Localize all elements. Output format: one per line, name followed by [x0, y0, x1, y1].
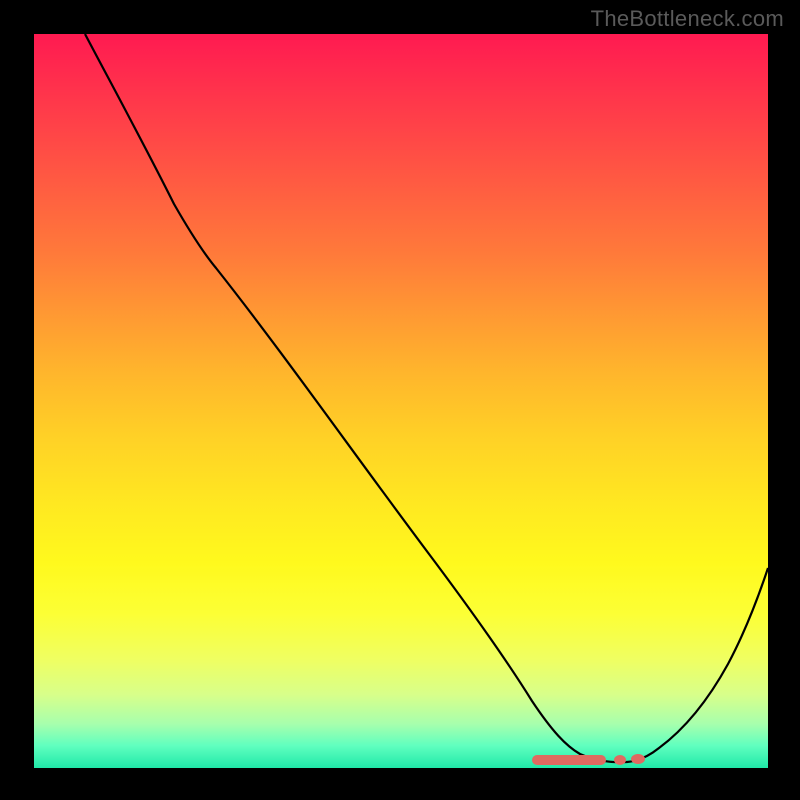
watermark-text: TheBottleneck.com	[591, 6, 784, 32]
data-points	[532, 754, 645, 765]
chart-container: TheBottleneck.com	[0, 0, 800, 800]
plot-frame	[33, 33, 769, 769]
data-point-outlier	[631, 754, 645, 764]
curve-svg	[34, 34, 768, 768]
main-curve	[85, 34, 768, 762]
data-point-gap1	[614, 755, 626, 765]
data-cluster-main	[532, 755, 606, 765]
plot-area	[34, 34, 768, 768]
